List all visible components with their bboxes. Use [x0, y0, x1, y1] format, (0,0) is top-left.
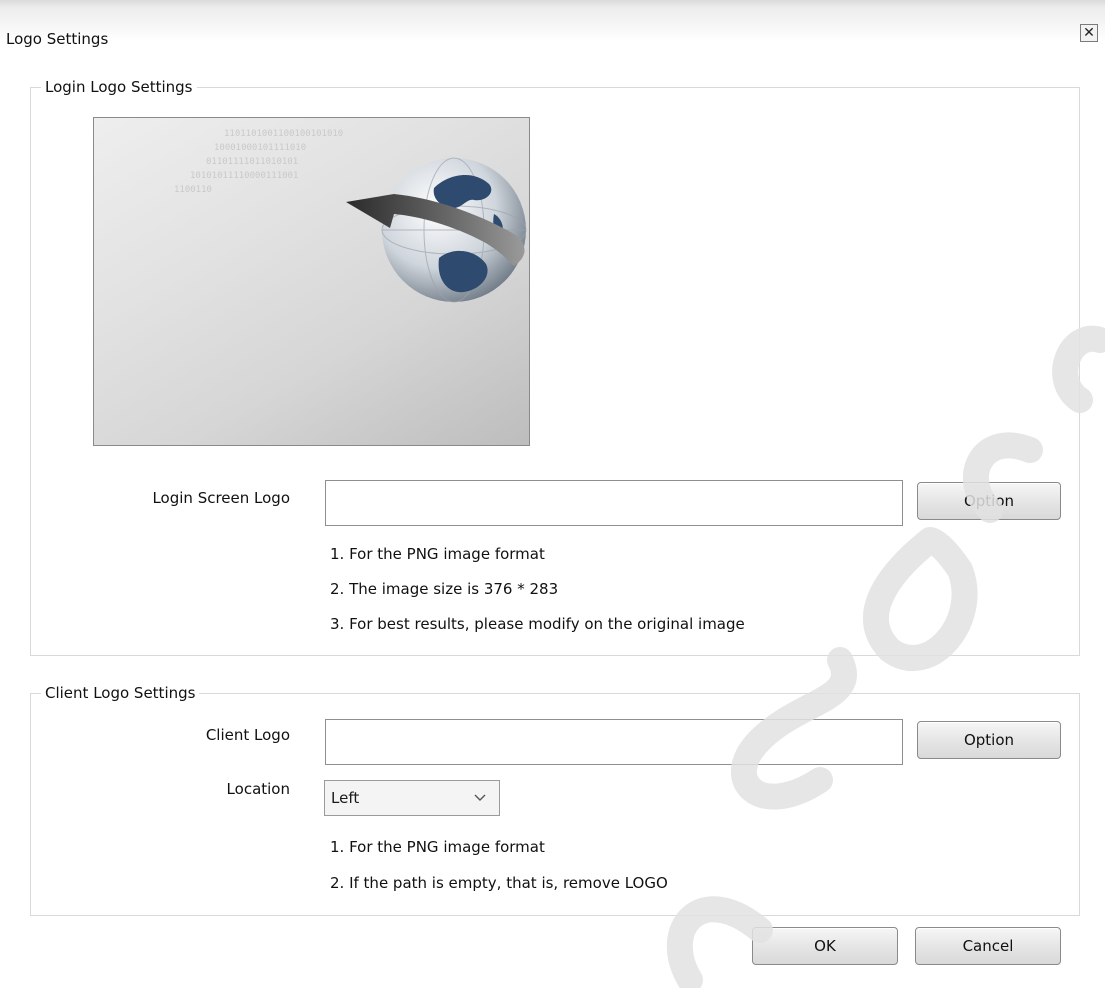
cancel-button[interactable]: Cancel [915, 927, 1061, 965]
client-note-2: 2. If the path is empty, that is, remove… [330, 874, 668, 892]
login-screen-logo-input[interactable] [325, 480, 903, 526]
location-select[interactable]: Left [324, 780, 500, 816]
login-note-1: 1. For the PNG image format [330, 545, 545, 563]
dialog-title: Logo Settings [6, 30, 109, 48]
close-icon[interactable]: ✕ [1080, 24, 1098, 42]
binary-line: 01101111011010101 [206, 157, 298, 167]
login-logo-preview: 1101101001100100101010 10001000101111010… [93, 117, 530, 446]
login-logo-option-button[interactable]: Option [917, 482, 1061, 520]
client-logo-settings-legend: Client Logo Settings [45, 684, 196, 702]
binary-line: 1101101001100100101010 [224, 129, 343, 139]
location-select-value: Left [331, 789, 360, 807]
title-bar: Logo Settings ✕ [0, 0, 1105, 70]
client-note-1: 1. For the PNG image format [330, 838, 545, 856]
location-label: Location [226, 780, 290, 798]
chevron-down-icon [474, 794, 486, 801]
client-logo-input[interactable] [325, 719, 903, 765]
login-screen-logo-label: Login Screen Logo [152, 489, 290, 507]
login-note-2: 2. The image size is 376 * 283 [330, 580, 559, 598]
binary-line: 10101011110000111001 [190, 171, 298, 181]
ok-button[interactable]: OK [752, 927, 898, 965]
binary-line: 10001000101111010 [214, 143, 306, 153]
client-logo-option-button[interactable]: Option [917, 721, 1061, 759]
globe-logo-image: 1101101001100100101010 10001000101111010… [174, 129, 527, 303]
binary-line: 1100110 [174, 185, 212, 195]
login-logo-settings-legend: Login Logo Settings [45, 78, 193, 96]
client-logo-label: Client Logo [205, 726, 290, 744]
login-note-3: 3. For best results, please modify on th… [330, 615, 745, 633]
